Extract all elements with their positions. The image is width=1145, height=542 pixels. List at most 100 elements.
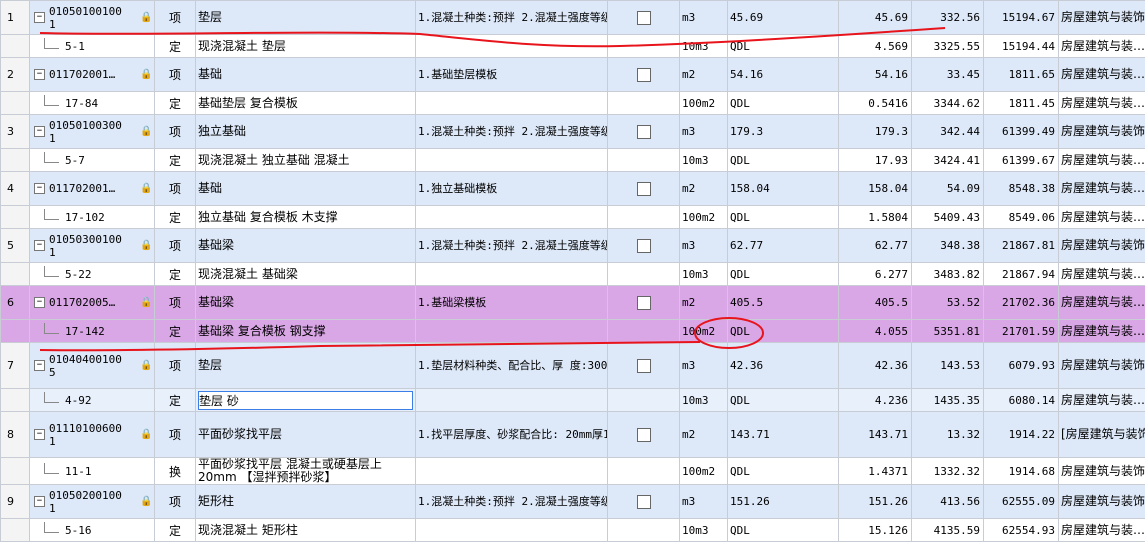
unit[interactable]: m3 [680, 229, 728, 263]
quantity-expression[interactable]: 54.16 [728, 58, 839, 92]
item-name[interactable]: 平面砂浆找平层 混凝土或硬基层上 20mm 【湿拌预拌砂浆】 [196, 458, 416, 485]
checkbox-cell[interactable] [608, 458, 680, 485]
item-feature[interactable]: 1.混凝土种类:预拌 2.混凝土强度等级:C30 [416, 229, 608, 263]
item-name[interactable]: 基础 [196, 172, 416, 206]
quantity-expression[interactable]: QDL [728, 149, 839, 172]
unit[interactable]: 10m3 [680, 263, 728, 286]
checkbox-cell[interactable] [608, 320, 680, 343]
code-cell[interactable]: −01050100300 1🔒 [30, 115, 155, 149]
unit[interactable]: 100m2 [680, 320, 728, 343]
item-name[interactable]: 现浇混凝土 矩形柱 [196, 519, 416, 542]
quota-row[interactable]: 17-102定独立基础 复合模板 木支撑100m2QDL1.58045409.4… [1, 206, 1145, 229]
checkbox-cell[interactable] [608, 519, 680, 542]
collapse-toggle-icon[interactable]: − [34, 183, 45, 194]
item-name[interactable]: 垫层 [196, 343, 416, 389]
checkbox-cell[interactable] [608, 206, 680, 229]
specialty[interactable]: 房屋建筑与装… [1059, 263, 1145, 286]
quantity-expression[interactable]: QDL [728, 519, 839, 542]
code-cell[interactable]: −011702001…🔒 [30, 172, 155, 206]
bill-item-row[interactable]: 3−01050100300 1🔒项独立基础1.混凝土种类:预拌 2.混凝土强度等… [1, 115, 1145, 149]
code-cell[interactable]: −01110100600 1🔒 [30, 412, 155, 458]
specialty[interactable]: 房屋建筑与装… [1059, 286, 1145, 320]
row-checkbox[interactable] [637, 68, 651, 82]
item-feature[interactable] [416, 206, 608, 229]
bill-item-row[interactable]: 8−01110100600 1🔒项平面砂浆找平层1.找平层厚度、砂浆配合比: 2… [1, 412, 1145, 458]
row-checkbox[interactable] [637, 125, 651, 139]
checkbox-cell[interactable] [608, 149, 680, 172]
specialty[interactable]: 房屋建筑与装… [1059, 149, 1145, 172]
checkbox-cell[interactable] [608, 172, 680, 206]
unit[interactable]: 100m2 [680, 458, 728, 485]
quantity-expression[interactable]: QDL [728, 35, 839, 58]
row-checkbox[interactable] [637, 428, 651, 442]
item-feature[interactable] [416, 519, 608, 542]
quantity-expression[interactable]: QDL [728, 263, 839, 286]
bill-item-row[interactable]: 5−01050300100 1🔒项基础梁1.混凝土种类:预拌 2.混凝土强度等级… [1, 229, 1145, 263]
unit[interactable]: 10m3 [680, 389, 728, 412]
bill-item-row[interactable]: 2−011702001…🔒项基础1.基础垫层模板m254.1654.1633.4… [1, 58, 1145, 92]
specialty[interactable]: 房屋建筑与装… [1059, 206, 1145, 229]
quantity-expression[interactable]: 179.3 [728, 115, 839, 149]
row-checkbox[interactable] [637, 296, 651, 310]
unit[interactable]: m3 [680, 485, 728, 519]
item-feature[interactable]: 1.独立基础模板 [416, 172, 608, 206]
item-feature[interactable] [416, 92, 608, 115]
item-feature[interactable] [416, 263, 608, 286]
unit[interactable]: m3 [680, 343, 728, 389]
item-feature[interactable]: 1.混凝土种类:预拌 2.混凝土强度等级:C30 [416, 485, 608, 519]
specialty[interactable]: 房屋建筑与装… [1059, 92, 1145, 115]
specialty[interactable]: 房屋建筑与装饰工程 [1059, 229, 1145, 263]
item-name[interactable]: 矩形柱 [196, 485, 416, 519]
checkbox-cell[interactable] [608, 1, 680, 35]
checkbox-cell[interactable] [608, 229, 680, 263]
item-name[interactable]: 垫层 砂 [196, 389, 416, 412]
code-cell[interactable]: −01040400100 5🔒 [30, 343, 155, 389]
checkbox-cell[interactable] [608, 389, 680, 412]
code-cell[interactable]: 5-7 [30, 149, 155, 172]
code-cell[interactable]: 11-1 [30, 458, 155, 485]
specialty[interactable]: 房屋建筑与装饰工程 [1059, 458, 1145, 485]
item-name[interactable]: 基础 [196, 58, 416, 92]
item-name[interactable]: 基础垫层 复合模板 [196, 92, 416, 115]
collapse-toggle-icon[interactable]: − [34, 429, 45, 440]
quantity-expression[interactable]: 151.26 [728, 485, 839, 519]
item-name[interactable]: 基础梁 [196, 286, 416, 320]
unit[interactable]: m2 [680, 412, 728, 458]
checkbox-cell[interactable] [608, 343, 680, 389]
quantity-expression[interactable]: 42.36 [728, 343, 839, 389]
specialty[interactable]: 房屋建筑与装饰工程 [1059, 343, 1145, 389]
collapse-toggle-icon[interactable]: − [34, 126, 45, 137]
quantity-expression[interactable]: 405.5 [728, 286, 839, 320]
collapse-toggle-icon[interactable]: − [34, 69, 45, 80]
item-name[interactable]: 现浇混凝土 垫层 [196, 35, 416, 58]
quantity-expression[interactable]: QDL [728, 389, 839, 412]
quota-row[interactable]: 5-22定现浇混凝土 基础梁10m3QDL6.2773483.8221867.9… [1, 263, 1145, 286]
row-checkbox[interactable] [637, 239, 651, 253]
item-feature[interactable]: 1.混凝土种类:预拌 2.混凝土强度等级:C15 [416, 1, 608, 35]
unit[interactable]: m2 [680, 172, 728, 206]
quantity-expression[interactable]: QDL [728, 458, 839, 485]
row-checkbox[interactable] [637, 11, 651, 25]
item-feature[interactable]: 1.找平层厚度、砂浆配合比: 20mm厚1:2.5水泥砂浆 2.部位:基础梁下 [416, 412, 608, 458]
bill-item-row[interactable]: 1−01050100100 1🔒项垫层1.混凝土种类:预拌 2.混凝土强度等级:… [1, 1, 1145, 35]
quota-row[interactable]: 5-16定现浇混凝土 矩形柱10m3QDL15.1264135.5962554.… [1, 519, 1145, 542]
quantity-expression[interactable]: QDL [728, 92, 839, 115]
item-feature[interactable]: 1.混凝土种类:预拌 2.混凝土强度等级:C30 [416, 115, 608, 149]
unit[interactable]: m3 [680, 115, 728, 149]
specialty[interactable]: 房屋建筑与装饰工程 [1059, 1, 1145, 35]
specialty[interactable]: 房屋建筑与装… [1059, 519, 1145, 542]
code-cell[interactable]: −01050300100 1🔒 [30, 229, 155, 263]
collapse-toggle-icon[interactable]: − [34, 240, 45, 251]
item-feature[interactable] [416, 458, 608, 485]
item-name[interactable]: 平面砂浆找平层 [196, 412, 416, 458]
specialty[interactable]: [房屋建筑与装饰工程] [1059, 412, 1145, 458]
quantity-expression[interactable]: QDL [728, 206, 839, 229]
code-cell[interactable]: −01050200100 1🔒 [30, 485, 155, 519]
specialty[interactable]: 房屋建筑与装饰工程 [1059, 115, 1145, 149]
row-checkbox[interactable] [637, 182, 651, 196]
checkbox-cell[interactable] [608, 92, 680, 115]
specialty[interactable]: 房屋建筑与装… [1059, 35, 1145, 58]
quota-row[interactable]: 11-1换平面砂浆找平层 混凝土或硬基层上 20mm 【湿拌预拌砂浆】100m2… [1, 458, 1145, 485]
quantity-expression[interactable]: QDL [728, 320, 839, 343]
collapse-toggle-icon[interactable]: − [34, 360, 45, 371]
